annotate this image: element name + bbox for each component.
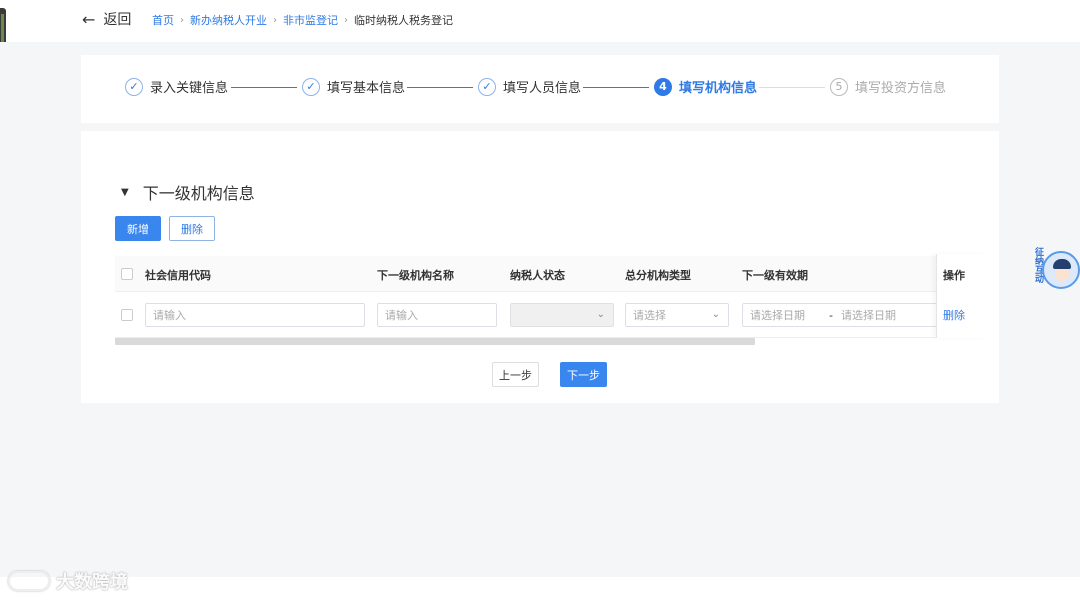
step-connector: [759, 87, 825, 88]
step-label: 填写人员信息: [503, 81, 582, 96]
end-date-placeholder[interactable]: 请选择日期: [841, 307, 896, 323]
column-header: 总分机构类型: [625, 269, 691, 282]
step-progress: ✓ 录入关键信息 ✓ 填写基本信息 ✓ 填写人员信息 4 填写机构信息 5 填写…: [81, 55, 999, 123]
date-separator: -: [829, 308, 833, 322]
operation-column: 操作 删除: [936, 254, 985, 338]
branch-table: 社会信用代码 下一级机构名称 纳税人状态 总分机构类型 下一级有效期 请输入 请…: [115, 254, 985, 338]
branch-type-placeholder: 请选择: [633, 309, 666, 322]
check-circle-icon: ✓: [125, 77, 143, 96]
step-3: ✓ 填写人员信息: [478, 77, 581, 96]
table-row: 请输入 请输入 ⌄ 请选择 ⌄ 请选择日期 - 请选择日期: [115, 292, 985, 338]
breadcrumb-non-market[interactable]: 非市监登记: [283, 12, 338, 28]
row-delete-link[interactable]: 删除: [943, 307, 965, 323]
top-bar: ← 返回 首页 › 新办纳税人开业 › 非市监登记 › 临时纳税人税务登记: [0, 0, 1080, 52]
taxpayer-status-select: ⌄: [510, 303, 614, 327]
branch-info-panel: ▼ 下一级机构信息 新增 删除 社会信用代码 下一级机构名称 纳税人状态 总分机…: [81, 131, 999, 403]
footer-strip: [0, 577, 1080, 602]
delete-button[interactable]: 删除: [169, 216, 215, 241]
chevron-down-icon: ⌄: [596, 309, 605, 320]
assistant-avatar-icon: [1042, 251, 1080, 289]
caret-down-icon[interactable]: ▼: [121, 187, 129, 198]
select-all-checkbox[interactable]: [121, 268, 133, 280]
column-header: 下一级有效期: [742, 269, 808, 282]
breadcrumb-new-taxpayer[interactable]: 新办纳税人开业: [190, 12, 267, 28]
chevron-right-icon: ›: [344, 14, 348, 26]
column-header: 社会信用代码: [145, 269, 211, 282]
breadcrumb-home[interactable]: 首页: [152, 12, 174, 28]
step-label: 录入关键信息: [150, 81, 229, 96]
step-number-icon: 4: [654, 77, 672, 96]
check-circle-icon: ✓: [302, 77, 320, 96]
step-5: 5 填写投资方信息: [830, 77, 946, 96]
column-header: 操作: [943, 269, 965, 282]
horizontal-scrollbar[interactable]: [115, 338, 755, 345]
step-label: 填写机构信息: [679, 81, 758, 96]
breadcrumb: 首页 › 新办纳税人开业 › 非市监登记 › 临时纳税人税务登记: [152, 12, 453, 28]
interactive-helper-widget[interactable]: 征纳互动: [1033, 247, 1080, 293]
branch-type-select[interactable]: 请选择 ⌄: [625, 303, 729, 327]
branch-name-input[interactable]: 请输入: [377, 303, 497, 327]
section-header[interactable]: ▼ 下一级机构信息: [121, 180, 255, 204]
watermark-logo-icon: [8, 571, 50, 591]
step-number-icon: 5: [830, 77, 848, 96]
step-connector: [231, 87, 297, 88]
prev-step-button[interactable]: 上一步: [492, 362, 539, 387]
watermark-text: 大数跨境: [56, 572, 128, 593]
step-4: 4 填写机构信息: [654, 77, 757, 96]
next-step-button[interactable]: 下一步: [560, 362, 607, 387]
chevron-right-icon: ›: [180, 14, 184, 26]
back-label: 返回: [103, 12, 132, 28]
arrow-left-icon: ←: [82, 9, 96, 29]
column-header: 纳税人状态: [510, 269, 565, 282]
add-button[interactable]: 新增: [115, 216, 161, 241]
breadcrumb-current: 临时纳税人税务登记: [354, 14, 453, 27]
step-1: ✓ 录入关键信息: [125, 77, 228, 96]
column-header: 下一级机构名称: [377, 269, 454, 282]
section-title: 下一级机构信息: [142, 184, 255, 203]
chevron-right-icon: ›: [273, 14, 277, 26]
validity-date-range[interactable]: 请选择日期 - 请选择日期: [742, 303, 942, 327]
step-label: 填写基本信息: [327, 81, 406, 96]
step-2: ✓ 填写基本信息: [302, 77, 405, 96]
step-label: 填写投资方信息: [855, 81, 947, 96]
back-button[interactable]: ← 返回: [82, 9, 131, 29]
row-checkbox[interactable]: [121, 309, 133, 321]
watermark: 大数跨境: [8, 568, 128, 594]
step-connector: [407, 87, 473, 88]
credit-code-input[interactable]: 请输入: [145, 303, 365, 327]
table-header: 社会信用代码 下一级机构名称 纳税人状态 总分机构类型 下一级有效期: [115, 256, 985, 292]
step-connector: [583, 87, 649, 88]
check-circle-icon: ✓: [478, 77, 496, 96]
chevron-down-icon: ⌄: [711, 309, 720, 320]
start-date-placeholder[interactable]: 请选择日期: [750, 307, 805, 323]
